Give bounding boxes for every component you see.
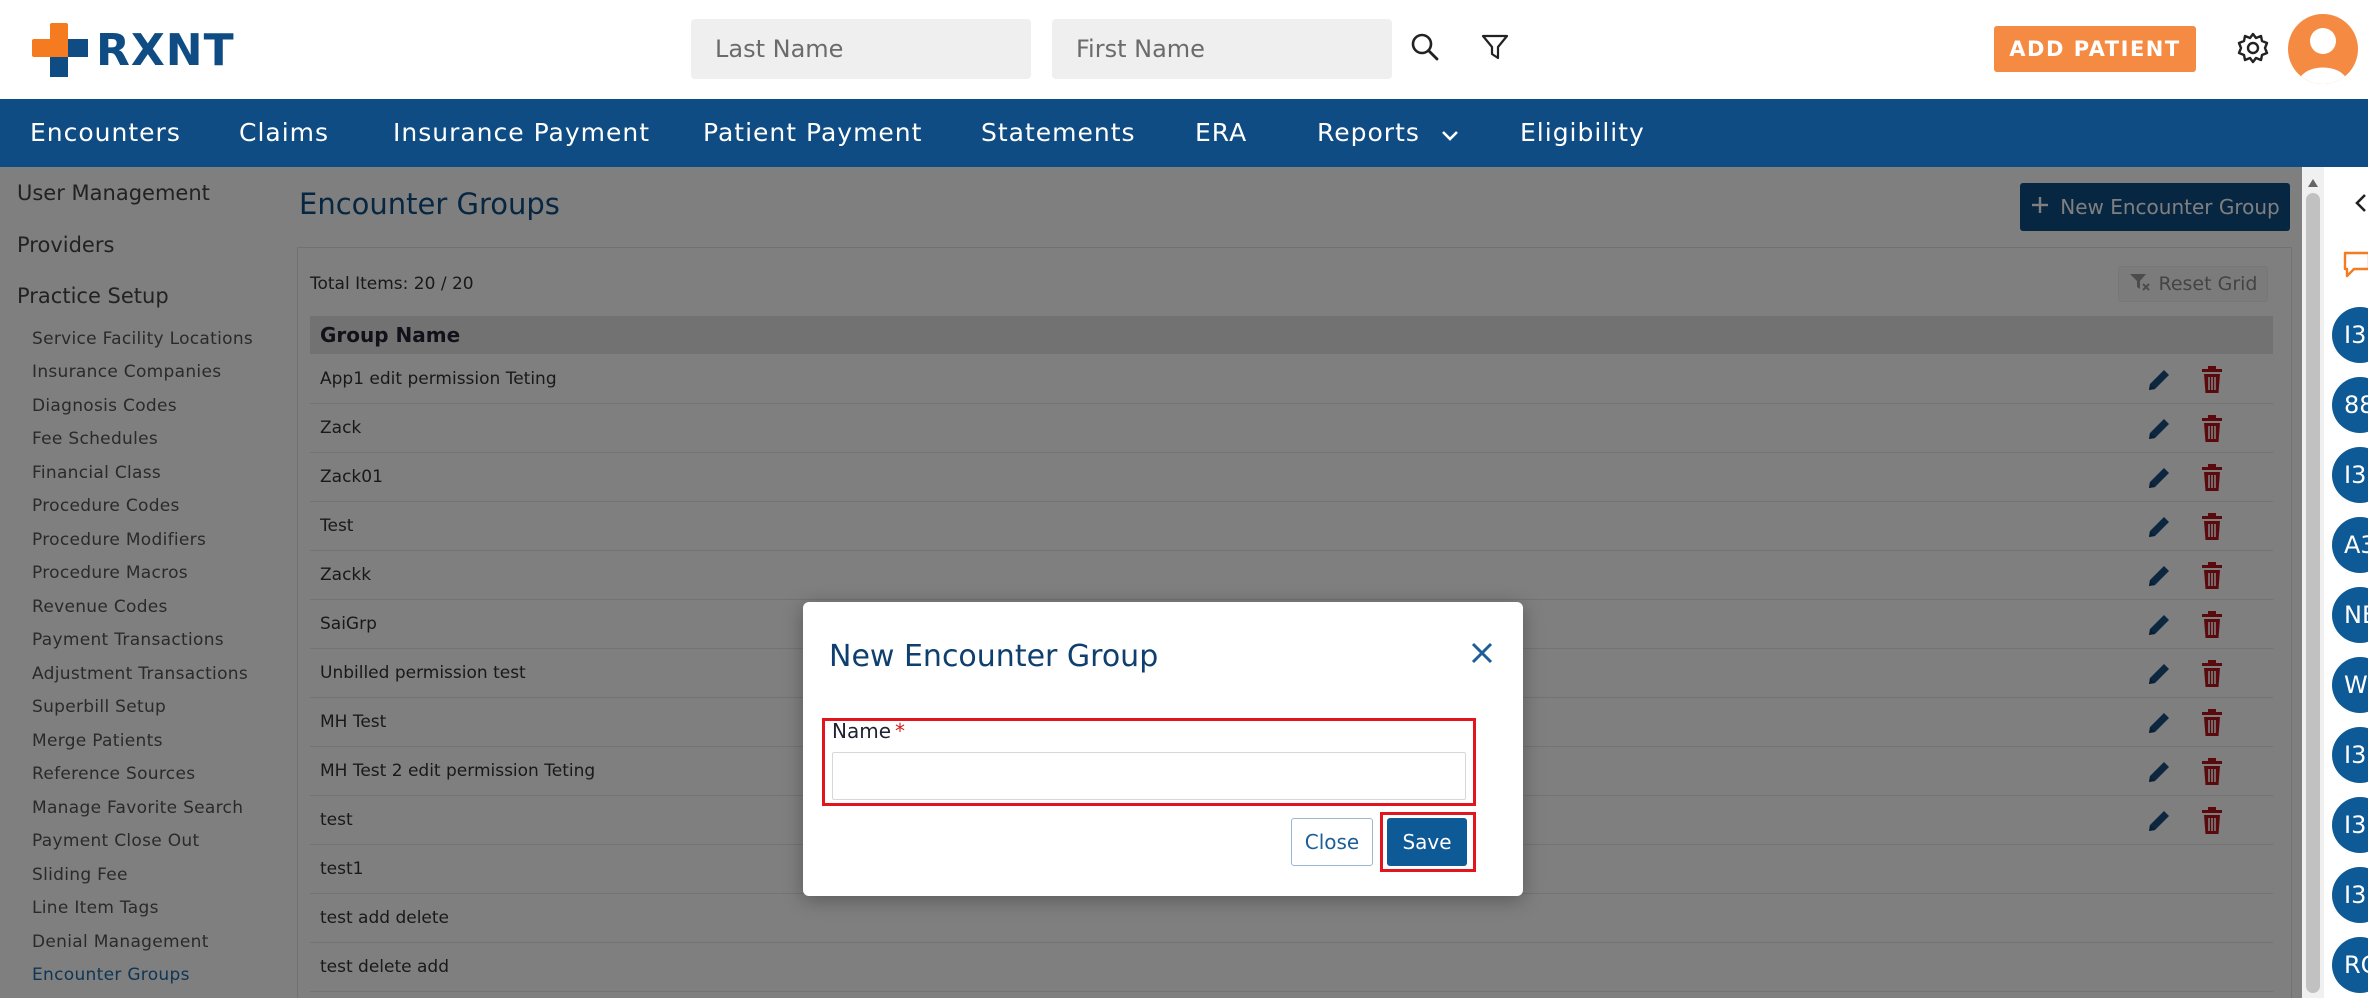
close-icon[interactable] [1467,638,1497,668]
nav-encounters[interactable]: Encounters [30,99,181,167]
save-button[interactable]: Save [1387,818,1467,866]
app-header: RXNT ADD PATIENT [0,0,2368,99]
first-name-input[interactable] [1052,19,1392,79]
patient-badge[interactable]: NE [2332,587,2368,643]
nav-claims[interactable]: Claims [239,99,329,167]
patient-badge[interactable]: A3 [2332,517,2368,573]
logo-cross-icon [32,23,88,77]
dialog-title: New Encounter Group [829,639,1159,674]
patient-badge[interactable]: RG [2332,937,2368,993]
patient-badge[interactable]: I3 [2332,727,2368,783]
patient-badge[interactable]: W3 [2332,657,2368,713]
right-rail: I3 88 I3 A3 NE W3 I3 I3 I3 RG [2302,167,2368,998]
scroll-thumb[interactable] [2306,193,2320,993]
gear-icon[interactable] [2236,31,2270,69]
patient-badge[interactable]: I3 [2332,447,2368,503]
nav-era[interactable]: ERA [1195,99,1247,167]
chat-icon[interactable] [2342,249,2368,283]
page-scrollbar[interactable] [2302,167,2324,998]
nav-eligibility[interactable]: Eligibility [1520,99,1645,167]
nav-patient-payment[interactable]: Patient Payment [703,99,922,167]
filter-icon[interactable] [1480,32,1510,66]
new-encounter-group-dialog: New Encounter Group Name * Close Save [803,602,1523,896]
patient-badge[interactable]: I3 [2332,307,2368,363]
nav-reports[interactable]: Reports [1317,99,1459,167]
name-label: Name * [832,719,905,743]
collapse-chevron-icon[interactable] [2354,193,2368,217]
scroll-up-arrow-icon[interactable] [2307,173,2319,192]
patient-badge[interactable]: 88 [2332,377,2368,433]
required-mark: * [895,719,906,743]
nav-reports-label: Reports [1317,118,1420,147]
nav-insurance-payment[interactable]: Insurance Payment [393,99,650,167]
nav-statements[interactable]: Statements [981,99,1136,167]
name-input[interactable] [832,752,1466,800]
patient-badge[interactable]: I3 [2332,797,2368,853]
last-name-input[interactable] [691,19,1031,79]
main-nav: Encounters Claims Insurance Payment Pati… [0,99,2368,167]
logo-text: RXNT [96,24,235,76]
close-button[interactable]: Close [1291,818,1373,866]
add-patient-button[interactable]: ADD PATIENT [1994,26,2196,72]
search-icon[interactable] [1410,32,1440,66]
name-label-text: Name [832,719,892,743]
chevron-down-icon [1441,100,1459,168]
patient-badge[interactable]: I3 [2332,867,2368,923]
user-avatar[interactable] [2288,14,2358,84]
rxnt-logo[interactable]: RXNT [32,23,235,77]
